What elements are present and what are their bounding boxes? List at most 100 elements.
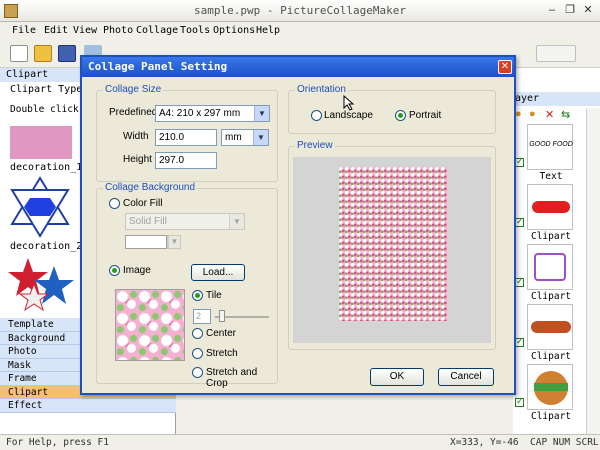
layer-thumb-clipart[interactable]: [527, 244, 573, 290]
predefined-select[interactable]: A4: 210 x 297 mm ▼: [155, 105, 270, 122]
collage-background-group: Collage Background Color Fill Solid Fill…: [96, 182, 278, 389]
new-icon[interactable]: [10, 45, 28, 62]
orientation-group: Orientation Landscape Portrait: [288, 84, 496, 134]
image-label: Image: [123, 265, 151, 276]
tile-label: Tile: [206, 290, 222, 301]
tile-slider-thumb[interactable]: [219, 310, 225, 322]
collage-background-title: Collage Background: [103, 182, 198, 193]
layer-visible-checkbox[interactable]: [515, 336, 524, 347]
color-dropdown[interactable]: ▼: [167, 235, 181, 249]
layer-visible-checkbox[interactable]: [515, 216, 524, 227]
color-swatch[interactable]: [125, 235, 167, 249]
collage-size-group: Collage Size Predefined A4: 210 x 297 mm…: [96, 84, 278, 182]
stretch-radio[interactable]: [192, 348, 203, 359]
delete-layer-icon[interactable]: ✕: [545, 108, 554, 121]
mouse-cursor-icon: [343, 95, 355, 111]
tile-count-input[interactable]: 2: [193, 309, 211, 324]
status-indicators: CAP NUM SCRL: [530, 437, 599, 448]
preview-page: [339, 167, 447, 321]
layer-panel: ayer ● ● ✕ ⇆ GOOD FOOD Text Clipart Clip…: [513, 68, 600, 434]
background-image-thumbnail: [115, 289, 185, 361]
unit-value: mm: [225, 132, 242, 143]
menu-file[interactable]: File: [12, 25, 36, 36]
layer-down-icon[interactable]: ●: [529, 108, 536, 120]
preview-canvas: [293, 157, 491, 343]
fill-type-select[interactable]: Solid Fill ▼: [125, 213, 245, 230]
color-fill-radio[interactable]: [109, 198, 120, 209]
layer-thumb-clipart[interactable]: [527, 364, 573, 410]
width-input[interactable]: 210.0: [155, 129, 217, 146]
center-radio[interactable]: [192, 328, 203, 339]
height-input[interactable]: 297.0: [155, 152, 217, 169]
layer-visible-checkbox[interactable]: [515, 156, 524, 167]
stretch-and-crop-radio[interactable]: [192, 367, 203, 378]
window-title: sample.pwp - PictureCollageMaker: [194, 4, 406, 17]
chevron-down-icon: ▼: [254, 106, 269, 121]
minimize-button[interactable]: –: [544, 3, 560, 18]
star-of-david-icon[interactable]: [8, 176, 72, 238]
zoom-select[interactable]: [536, 45, 576, 62]
collage-panel-setting-dialog: Collage Panel Setting ✕ Collage Size Pre…: [80, 55, 516, 395]
title-bar: sample.pwp - PictureCollageMaker – ❐ ✕: [0, 0, 600, 22]
layer-thumb-clipart[interactable]: [527, 184, 573, 230]
image-radio[interactable]: [109, 265, 120, 276]
tab-effect[interactable]: Effect: [0, 399, 176, 413]
open-folder-icon[interactable]: [34, 45, 52, 62]
chevron-down-icon: ▼: [253, 130, 268, 145]
maximize-button[interactable]: ❐: [562, 3, 578, 18]
width-label: Width: [123, 131, 149, 142]
layer-label: Text: [539, 171, 563, 182]
close-window-button[interactable]: ✕: [580, 3, 596, 18]
ok-button[interactable]: OK: [370, 368, 424, 386]
layer-toolbar: ● ● ✕ ⇆: [515, 108, 585, 121]
layer-thumb-text[interactable]: GOOD FOOD: [527, 124, 573, 170]
status-help: For Help, press F1: [6, 437, 109, 448]
layer-scrollbar[interactable]: [586, 108, 600, 434]
height-label: Height: [123, 154, 152, 165]
layer-visible-checkbox[interactable]: [515, 276, 524, 287]
layer-visible-checkbox[interactable]: [515, 396, 524, 407]
menu-photo[interactable]: Photo: [103, 25, 133, 36]
layer-thumb-clipart[interactable]: [527, 304, 573, 350]
menu-view[interactable]: View: [73, 25, 97, 36]
save-icon[interactable]: [58, 45, 76, 62]
landscape-label: Landscape: [324, 110, 373, 121]
load-button[interactable]: Load...: [191, 264, 245, 281]
close-icon[interactable]: ✕: [498, 60, 512, 74]
menu-options[interactable]: Options: [213, 25, 255, 36]
menu-collage[interactable]: Collage: [136, 25, 178, 36]
predefined-label: Predefined: [109, 107, 158, 118]
status-bar: For Help, press F1 X=333, Y=-46 CAP NUM …: [0, 434, 600, 450]
stretch-label: Stretch: [206, 348, 238, 359]
menu-tools[interactable]: Tools: [180, 25, 210, 36]
center-label: Center: [206, 328, 237, 339]
clipart-item-label: decoration_19: [10, 162, 89, 173]
unit-select[interactable]: mm ▼: [221, 129, 269, 146]
stretch-and-crop-label: Stretch and Crop: [206, 367, 258, 389]
status-coords: X=333, Y=-46: [450, 437, 519, 448]
menu-edit[interactable]: Edit: [44, 25, 68, 36]
cancel-button[interactable]: Cancel: [438, 368, 494, 386]
layer-label: Clipart: [530, 291, 572, 302]
layer-label: Clipart: [530, 351, 572, 362]
color-fill-label: Color Fill: [123, 198, 163, 209]
menu-help[interactable]: Help: [256, 25, 280, 36]
clipart-item-label: decoration_21: [10, 241, 89, 252]
preview-title: Preview: [295, 140, 335, 151]
menu-bar: File Edit View Photo Collage Tools Optio…: [0, 22, 600, 40]
stars-icon[interactable]: [8, 254, 74, 314]
portrait-label: Portrait: [409, 110, 442, 121]
tile-radio[interactable]: [192, 290, 203, 301]
landscape-radio[interactable]: [311, 110, 322, 121]
portrait-radio[interactable]: [395, 110, 406, 121]
collage-size-title: Collage Size: [103, 84, 164, 95]
layer-label: Clipart: [530, 411, 572, 422]
refresh-icon[interactable]: ⇆: [561, 108, 570, 121]
layer-label: Clipart: [530, 231, 572, 242]
layer-panel-header: ayer: [513, 92, 600, 106]
clipart-thumb[interactable]: [10, 126, 72, 159]
chevron-down-icon: ▼: [229, 214, 244, 229]
preview-group: Preview: [288, 140, 496, 350]
thumb-text: GOOD FOOD: [529, 141, 573, 148]
fill-type-value: Solid Fill: [129, 216, 167, 227]
